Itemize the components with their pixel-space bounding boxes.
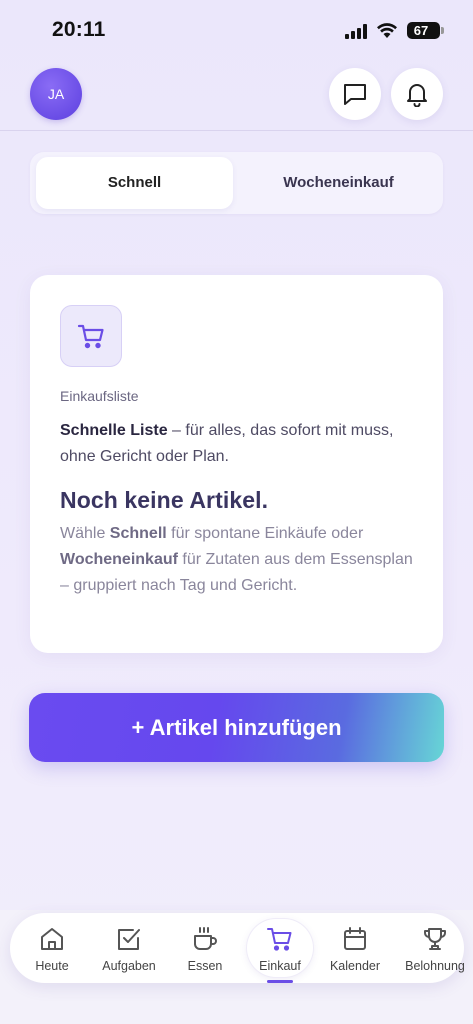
card-intro: Schnelle Liste – für alles, das sofort m… bbox=[60, 418, 400, 470]
nav-item-kalender[interactable]: Kalender bbox=[322, 913, 388, 983]
app-header: JA bbox=[0, 62, 473, 131]
nav-label-kalender: Kalender bbox=[329, 959, 381, 973]
cart-icon bbox=[77, 324, 104, 349]
nav-label-aufgaben: Aufgaben bbox=[102, 959, 156, 973]
signal-icon bbox=[345, 24, 369, 39]
cart-icon-box bbox=[60, 305, 122, 367]
body-text-1: Wähle bbox=[60, 525, 110, 542]
wifi-icon bbox=[377, 23, 397, 38]
nav-label-heute: Heute bbox=[35, 959, 69, 973]
tab-schnell[interactable]: Schnell bbox=[36, 157, 233, 209]
nav-active-underline bbox=[267, 980, 293, 983]
cart-icon bbox=[267, 928, 292, 951]
messages-button[interactable] bbox=[329, 68, 381, 120]
nav-label-belohnung: Belohnung bbox=[405, 959, 465, 973]
shopping-list-card: Einkaufsliste Schnelle Liste – für alles… bbox=[30, 275, 443, 653]
nav-item-essen[interactable]: Essen bbox=[175, 913, 235, 983]
nav-item-heute[interactable]: Heute bbox=[22, 913, 82, 983]
card-intro-bold: Schnelle Liste bbox=[60, 422, 168, 439]
bell-icon bbox=[407, 84, 427, 107]
battery-cap bbox=[441, 27, 444, 34]
add-item-button[interactable]: + Artikel hinzufügen bbox=[29, 693, 444, 762]
trophy-icon bbox=[424, 928, 446, 950]
nav-label-einkauf: Einkauf bbox=[259, 959, 301, 973]
status-time: 20:11 bbox=[52, 18, 106, 41]
body-bold-schnell: Schnell bbox=[109, 525, 167, 542]
calendar-icon bbox=[344, 927, 366, 950]
empty-state-body: Wähle Schnell für spontane Einkäufe oder… bbox=[60, 521, 420, 599]
card-eyebrow: Einkaufsliste bbox=[60, 388, 139, 404]
nav-item-einkauf[interactable]: Einkauf bbox=[250, 913, 310, 983]
list-mode-switch: Schnell Wocheneinkauf bbox=[30, 152, 443, 214]
chat-icon bbox=[344, 84, 366, 105]
nav-item-belohnung[interactable]: Belohnung bbox=[398, 913, 472, 983]
checkbox-icon bbox=[118, 929, 140, 950]
tab-wocheneinkauf[interactable]: Wocheneinkauf bbox=[240, 157, 437, 209]
notifications-button[interactable] bbox=[391, 68, 443, 120]
battery-icon: 67 bbox=[407, 22, 440, 39]
avatar[interactable]: JA bbox=[30, 68, 82, 120]
nav-label-essen: Essen bbox=[187, 959, 223, 973]
coffee-cup-icon bbox=[194, 927, 217, 950]
bottom-nav: Heute Aufgaben Essen Einkauf Kalender Be… bbox=[10, 913, 465, 983]
body-text-2: für spontane Einkäufe oder bbox=[166, 525, 364, 542]
empty-state-heading: Noch keine Artikel. bbox=[60, 487, 269, 513]
home-icon bbox=[41, 928, 63, 950]
nav-item-aufgaben[interactable]: Aufgaben bbox=[94, 913, 164, 983]
body-bold-wocheneinkauf: Wocheneinkauf bbox=[60, 551, 178, 568]
status-bar: 20:11 67 bbox=[0, 0, 473, 62]
battery-level: 67 bbox=[413, 23, 429, 38]
